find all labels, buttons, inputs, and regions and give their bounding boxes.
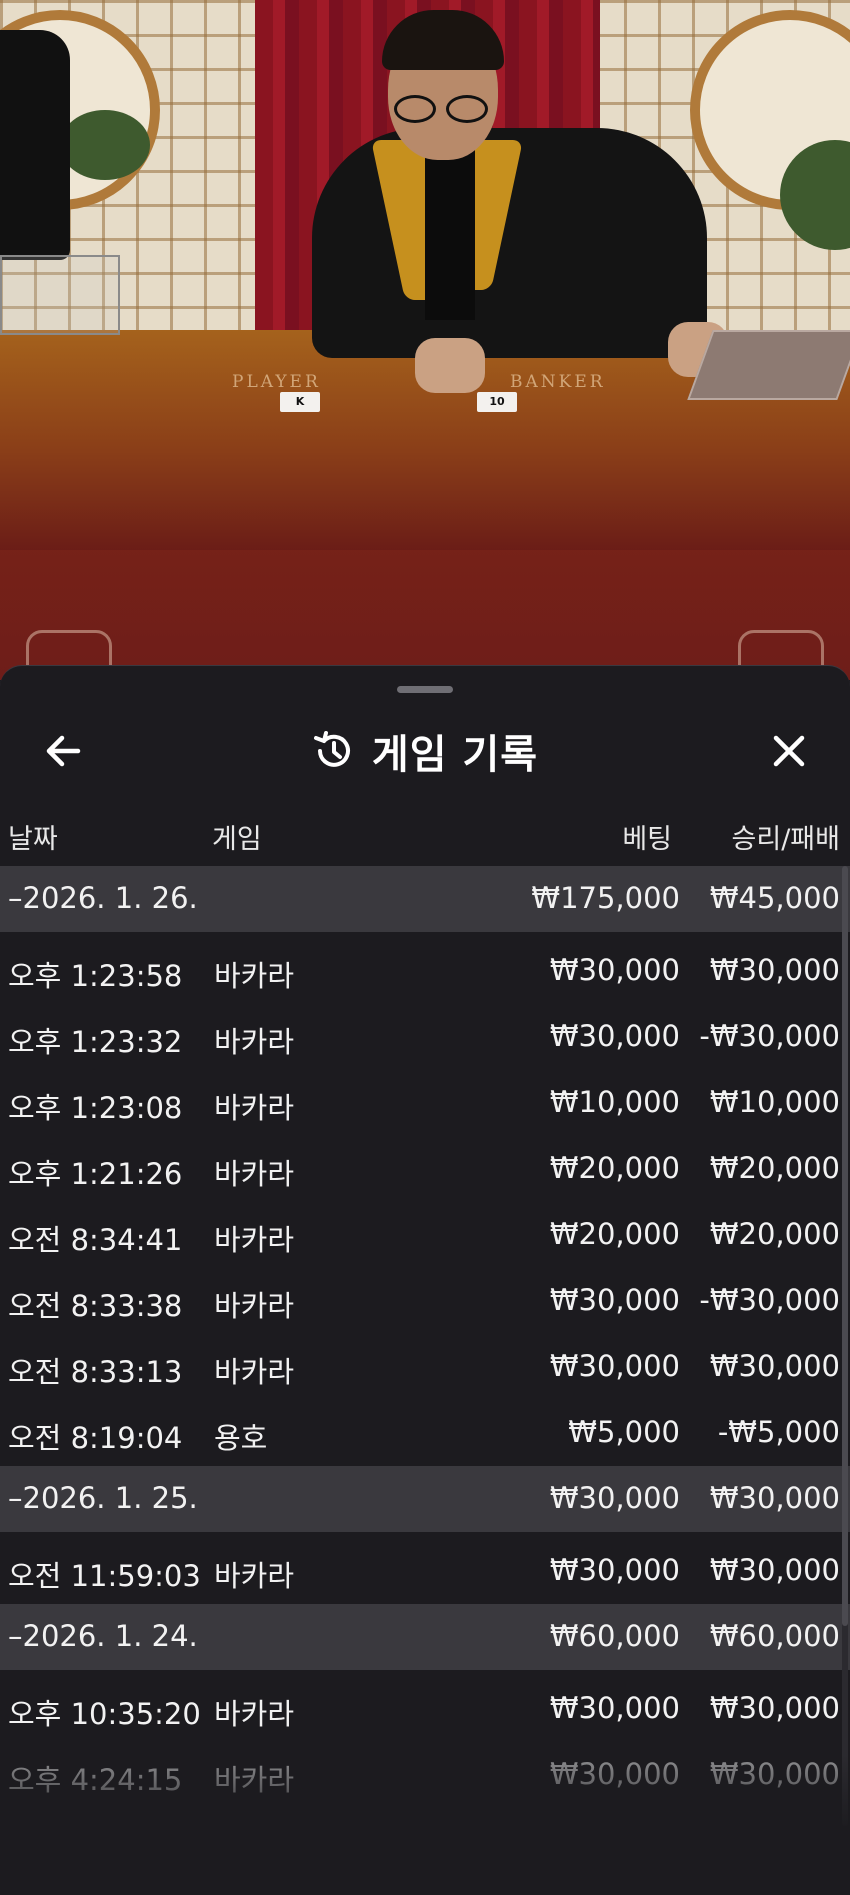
group-result-total: ₩30,000 — [709, 1481, 840, 1515]
row-game: 바카라 — [214, 1025, 295, 1059]
row-result: ₩30,000 — [709, 1553, 840, 1587]
group-bet-total: ₩60,000 — [549, 1619, 680, 1653]
row-game: 바카라 — [214, 1289, 295, 1323]
table-row: 오전 11:59:03 바카라 ₩30,000 ₩30,000 — [0, 1538, 850, 1604]
history-icon — [313, 731, 350, 767]
game-history-table[interactable]: –2026. 1. 26. ₩175,000 ₩45,000 오후 1:23:58 바카… — [0, 866, 850, 1808]
row-result: ₩20,000 — [709, 1217, 840, 1251]
column-header-bet: 베팅 — [622, 824, 672, 855]
row-time: 오전 8:33:13 — [8, 1355, 183, 1389]
group-result-total: ₩60,000 — [709, 1619, 840, 1653]
row-time: 오후 1:21:26 — [8, 1157, 183, 1191]
list-fade-overlay — [0, 1755, 850, 1895]
row-game: 용호 — [214, 1421, 268, 1455]
row-bet: ₩30,000 — [549, 953, 680, 987]
table-column-headers: 날짜 게임 베팅 승리/패배 — [0, 809, 850, 859]
row-bet: ₩10,000 — [549, 1085, 680, 1119]
scrollbar-thumb[interactable] — [842, 866, 848, 1626]
close-icon — [773, 735, 805, 767]
assistant-dealer — [0, 30, 70, 260]
row-time: 오후 1:23:32 — [8, 1025, 183, 1059]
row-time: 오후 10:35:20 — [8, 1697, 201, 1731]
group-bet-total: ₩175,000 — [531, 881, 680, 915]
row-bet: ₩30,000 — [549, 1283, 680, 1317]
date-group-row[interactable]: –2026. 1. 24. ₩60,000 ₩60,000 — [0, 1604, 850, 1670]
row-time: 오전 8:33:38 — [8, 1289, 183, 1323]
row-result: ₩10,000 — [709, 1085, 840, 1119]
group-date: –2026. 1. 25. — [8, 1481, 198, 1515]
column-header-date: 날짜 — [8, 824, 58, 855]
dealer-glasses — [394, 95, 494, 125]
row-game: 바카라 — [214, 1157, 295, 1191]
game-history-sheet: 게임 기록 날짜 게임 베팅 승리/패배 –2026. 1. 26. ₩175,0… — [0, 665, 850, 1895]
group-date: –2026. 1. 24. — [8, 1619, 198, 1653]
player-area-label: PLAYER — [232, 372, 321, 392]
sheet-title: 게임 기록 — [371, 732, 539, 778]
card-shoe — [687, 330, 850, 400]
row-time: 오후 1:23:08 — [8, 1091, 183, 1125]
dealer-hand-left — [415, 338, 485, 393]
row-result: -₩30,000 — [699, 1283, 840, 1317]
row-bet: ₩20,000 — [549, 1151, 680, 1185]
sheet-title-group: 게임 기록 — [0, 706, 850, 796]
table-row: 오전 8:34:41 바카라 ₩20,000 ₩20,000 — [0, 1202, 850, 1268]
table-row: 오후 10:35:20 바카라 ₩30,000 ₩30,000 — [0, 1676, 850, 1742]
row-result: -₩30,000 — [699, 1019, 840, 1053]
card-rack — [0, 255, 120, 335]
table-row: 오후 1:23:58 바카라 ₩30,000 ₩30,000 — [0, 938, 850, 1004]
row-bet: ₩30,000 — [549, 1553, 680, 1587]
dealer-shirt — [425, 140, 475, 320]
row-time: 오전 8:34:41 — [8, 1223, 183, 1257]
group-bet-total: ₩30,000 — [549, 1481, 680, 1515]
row-bet: ₩30,000 — [549, 1349, 680, 1383]
player-card: K — [280, 392, 320, 412]
row-time: 오후 1:23:58 — [8, 959, 183, 993]
row-time: 오전 11:59:03 — [8, 1559, 201, 1593]
table-row: 오전 8:33:38 바카라 ₩30,000 -₩30,000 — [0, 1268, 850, 1334]
row-game: 바카라 — [214, 959, 295, 993]
table-row: 오전 8:19:04 용호 ₩5,000 -₩5,000 — [0, 1400, 850, 1466]
live-video-feed: PLAYER BANKER K 10 — [0, 0, 850, 680]
row-bet: ₩5,000 — [568, 1415, 680, 1449]
row-bet: ₩20,000 — [549, 1217, 680, 1251]
table-row: 오전 8:33:13 바카라 ₩30,000 ₩30,000 — [0, 1334, 850, 1400]
sheet-header: 게임 기록 — [0, 706, 850, 796]
banker-card: 10 — [477, 392, 517, 412]
table-row: 오후 1:21:26 바카라 ₩20,000 ₩20,000 — [0, 1136, 850, 1202]
row-result: -₩5,000 — [717, 1415, 840, 1449]
column-header-result: 승리/패배 — [731, 824, 840, 855]
row-result: ₩30,000 — [709, 1349, 840, 1383]
row-result: ₩30,000 — [709, 953, 840, 987]
close-button[interactable] — [764, 726, 814, 776]
column-header-game: 게임 — [212, 824, 262, 855]
row-game: 바카라 — [214, 1091, 295, 1125]
row-result: ₩20,000 — [709, 1151, 840, 1185]
row-game: 바카라 — [214, 1223, 295, 1257]
row-game: 바카라 — [214, 1355, 295, 1389]
sheet-drag-handle[interactable] — [397, 686, 453, 693]
row-bet: ₩30,000 — [549, 1019, 680, 1053]
group-date: –2026. 1. 26. — [8, 881, 198, 915]
row-bet: ₩30,000 — [549, 1691, 680, 1725]
banker-area-label: BANKER — [510, 372, 606, 392]
bonsai-plant-left — [60, 110, 150, 180]
table-row: 오후 1:23:08 바카라 ₩10,000 ₩10,000 — [0, 1070, 850, 1136]
row-time: 오전 8:19:04 — [8, 1421, 183, 1455]
date-group-row[interactable]: –2026. 1. 26. ₩175,000 ₩45,000 — [0, 866, 850, 932]
scrollbar[interactable] — [842, 866, 848, 1826]
table-row: 오후 1:23:32 바카라 ₩30,000 -₩30,000 — [0, 1004, 850, 1070]
row-game: 바카라 — [214, 1697, 295, 1731]
group-result-total: ₩45,000 — [709, 881, 840, 915]
row-game: 바카라 — [214, 1559, 295, 1593]
row-result: ₩30,000 — [709, 1691, 840, 1725]
date-group-row[interactable]: –2026. 1. 25. ₩30,000 ₩30,000 — [0, 1466, 850, 1532]
